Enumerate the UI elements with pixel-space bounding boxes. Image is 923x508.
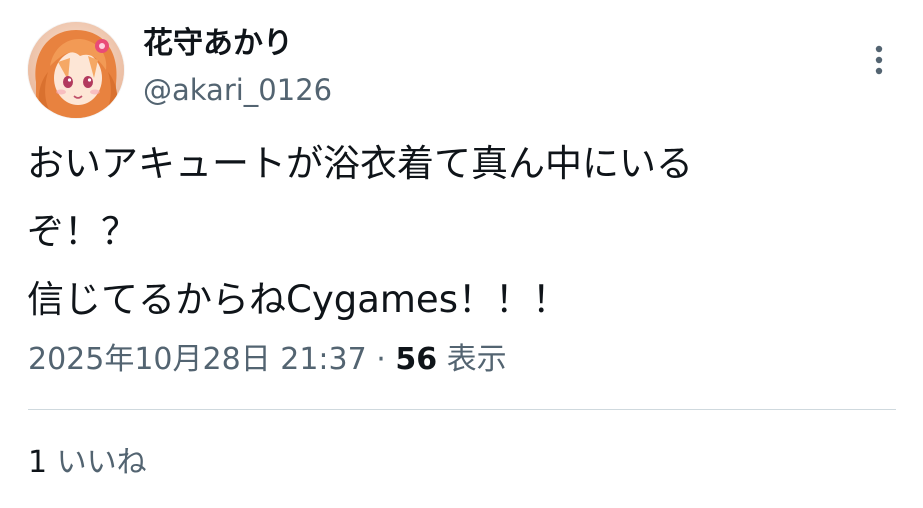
user-handle[interactable]: @akari_0126 — [143, 70, 332, 110]
tweet-text: おいアキュートが浴衣着て真ん中にいる ぞ！？ 信じてるからねCygames！！！ — [27, 130, 887, 334]
tweet-text-line: 信じてるからねCygames！！！ — [27, 278, 569, 321]
meta-separator: · — [376, 342, 386, 377]
views-count[interactable]: 56 — [395, 342, 437, 377]
likes-count: 1 — [28, 445, 48, 480]
likes-label: いいね — [56, 445, 147, 480]
divider — [28, 409, 896, 410]
anime-character-avatar-icon — [28, 22, 124, 118]
avatar[interactable] — [28, 22, 124, 118]
likes-stat[interactable]: 1 いいね — [28, 441, 147, 485]
timestamp[interactable]: 2025年10月28日 21:37 — [28, 342, 367, 377]
display-name[interactable]: 花守あかり — [143, 22, 293, 66]
more-vertical-icon — [875, 45, 883, 75]
views-label: 表示 — [446, 342, 507, 377]
tweet-text-line: ぞ！？ — [27, 210, 138, 253]
tweet-meta: 2025年10月28日 21:37 · 56 表示 — [28, 338, 507, 382]
tweet-text-line: おいアキュートが浴衣着て真ん中にいる — [27, 142, 693, 185]
more-options-button[interactable] — [862, 40, 896, 80]
